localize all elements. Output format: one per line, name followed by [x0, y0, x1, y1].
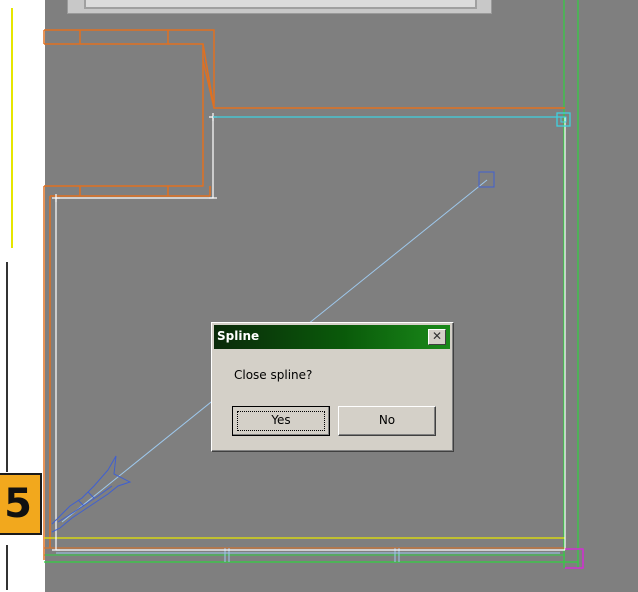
dialog-titlebar[interactable]: Spline ✕ [214, 325, 450, 349]
yes-button-label: Yes [271, 413, 291, 427]
dialog-message: Close spline? [234, 368, 313, 382]
step-number-badge: 5 [0, 473, 42, 535]
dialog-title: Spline [217, 329, 260, 343]
wall-outline [43, 29, 565, 560]
yes-button[interactable]: Yes [232, 406, 330, 436]
no-button-label: No [378, 413, 396, 427]
spline-dialog: Spline ✕ Close spline? Yes No [211, 322, 454, 452]
close-icon[interactable]: ✕ [428, 329, 446, 345]
drawing-scene [43, 0, 584, 569]
corner-marker [565, 548, 584, 569]
no-button[interactable]: No [338, 406, 436, 436]
